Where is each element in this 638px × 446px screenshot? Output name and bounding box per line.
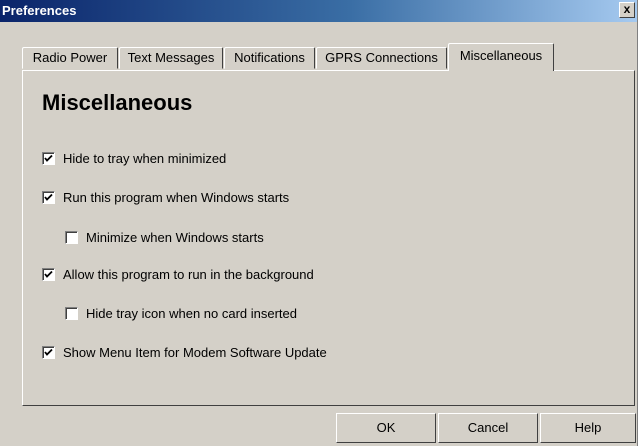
- checkmark-icon: [44, 270, 53, 278]
- tab-label: Miscellaneous: [459, 48, 543, 63]
- tab-gprs-connections[interactable]: GPRS Connections: [316, 47, 447, 69]
- option-minimize-at-startup[interactable]: Minimize when Windows starts: [65, 230, 264, 245]
- option-run-in-background[interactable]: Allow this program to run in the backgro…: [42, 267, 314, 282]
- cancel-button[interactable]: Cancel: [438, 413, 538, 443]
- window-title: Preferences: [2, 3, 77, 18]
- page-title: Miscellaneous: [42, 90, 193, 115]
- tab-miscellaneous[interactable]: Miscellaneous: [448, 43, 554, 71]
- checkbox[interactable]: [42, 346, 55, 359]
- option-run-at-startup[interactable]: Run this program when Windows starts: [42, 190, 289, 205]
- tab-label: Notifications: [234, 50, 305, 65]
- cancel-label: Cancel: [467, 420, 509, 435]
- option-show-modem-update[interactable]: Show Menu Item for Modem Software Update: [42, 345, 327, 360]
- option-label: Hide to tray when minimized: [63, 151, 227, 166]
- tab-label: Radio Power: [32, 50, 108, 65]
- title-bar[interactable]: Preferences x: [0, 0, 637, 22]
- preferences-window: Preferences x Radio Power Text Messages …: [0, 0, 638, 446]
- option-label: Minimize when Windows starts: [86, 230, 264, 245]
- option-label: Allow this program to run in the backgro…: [63, 267, 314, 282]
- ok-label: OK: [376, 420, 396, 435]
- help-button[interactable]: Help: [540, 413, 636, 443]
- option-hide-to-tray[interactable]: Hide to tray when minimized: [42, 151, 226, 166]
- checkbox[interactable]: [42, 152, 55, 165]
- help-label: Help: [574, 420, 602, 435]
- checkmark-icon: [44, 193, 53, 201]
- close-button[interactable]: x: [619, 2, 635, 18]
- tab-radio-power[interactable]: Radio Power: [22, 47, 118, 69]
- checkmark-icon: [44, 154, 53, 162]
- checkbox[interactable]: [65, 307, 78, 320]
- option-hide-tray-icon[interactable]: Hide tray icon when no card inserted: [65, 306, 297, 321]
- ok-button[interactable]: OK: [336, 413, 436, 443]
- checkbox[interactable]: [42, 191, 55, 204]
- tab-notifications[interactable]: Notifications: [224, 47, 315, 69]
- checkbox[interactable]: [65, 231, 78, 244]
- option-label: Run this program when Windows starts: [63, 190, 290, 205]
- checkmark-icon: [44, 348, 53, 356]
- checkbox[interactable]: [42, 268, 55, 281]
- option-label: Hide tray icon when no card inserted: [86, 306, 298, 321]
- tab-text-messages[interactable]: Text Messages: [119, 47, 223, 69]
- option-label: Show Menu Item for Modem Software Update: [63, 345, 327, 360]
- close-icon: x: [623, 2, 631, 16]
- tab-label: GPRS Connections: [325, 50, 438, 65]
- tab-label: Text Messages: [127, 50, 215, 65]
